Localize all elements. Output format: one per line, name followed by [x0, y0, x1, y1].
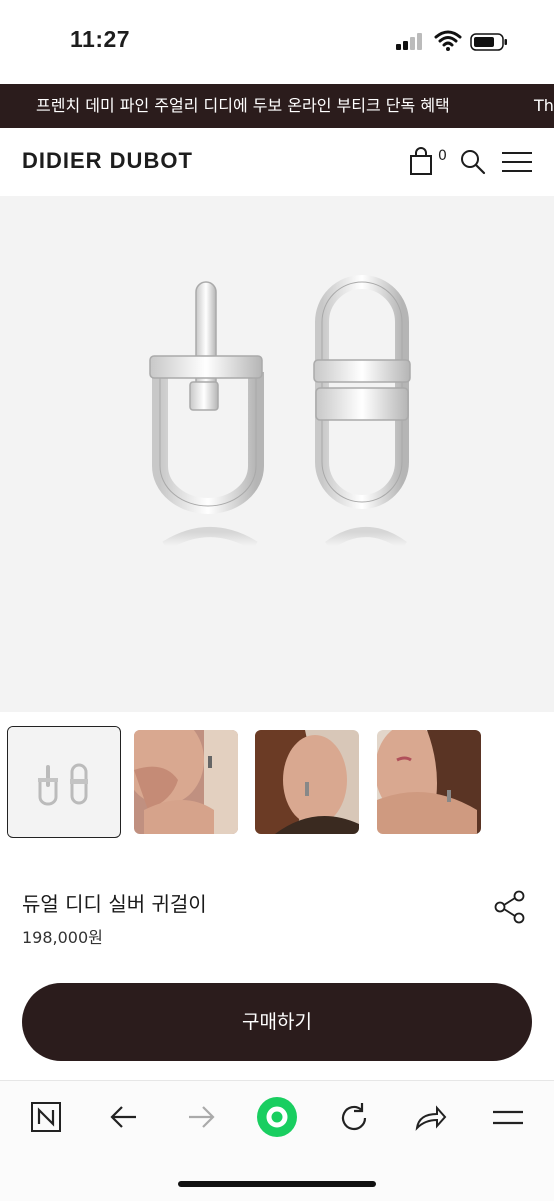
cart-icon[interactable]: [408, 146, 434, 176]
promo-text: 프렌치 데미 파인 주얼리 디디에 두보 온라인 부티크 단독 혜택: [36, 96, 450, 115]
thumbnail-model-1[interactable]: [134, 730, 238, 834]
earrings-illustration: [149, 275, 411, 551]
brand-logo[interactable]: DIDIER DUBOT: [22, 148, 193, 174]
product-name: 듀얼 디디 실버 귀걸이: [22, 892, 207, 916]
thumbnail-model-3[interactable]: [377, 730, 481, 834]
wifi-icon: [434, 30, 462, 51]
buy-button[interactable]: 구매하기: [22, 983, 532, 1061]
back-arrow-icon[interactable]: [104, 1100, 144, 1136]
thumbnail-product[interactable]: [7, 726, 121, 838]
model-photo-3: [377, 730, 481, 834]
promo-banner[interactable]: 프렌치 데미 파인 주얼리 디디에 두보 온라인 부티크 단독 혜택 Th: [0, 84, 554, 128]
home-indicator[interactable]: [178, 1181, 376, 1187]
thumbnail-model-2[interactable]: [255, 730, 359, 834]
hamburger-menu-icon[interactable]: [502, 150, 532, 174]
thumbnail-earrings-image: [8, 727, 119, 836]
status-time: 11:27: [70, 26, 131, 52]
model-photo-2: [255, 730, 359, 834]
product-price: 198,000원: [22, 928, 103, 947]
naver-n-icon[interactable]: [26, 1100, 66, 1136]
product-main-image[interactable]: [0, 196, 554, 712]
share-icon[interactable]: [494, 890, 526, 924]
share-arrow-icon[interactable]: [411, 1100, 451, 1136]
search-icon[interactable]: [460, 149, 486, 175]
green-home-icon[interactable]: [256, 1096, 298, 1138]
reload-icon[interactable]: [334, 1100, 374, 1136]
forward-arrow-icon[interactable]: [181, 1100, 221, 1136]
promo-text-continued: Th: [534, 96, 554, 115]
battery-icon: [470, 33, 507, 51]
menu-icon[interactable]: [488, 1100, 528, 1136]
cellular-signal-icon: [396, 32, 426, 50]
cart-count: 0: [438, 148, 447, 164]
model-photo-1: [134, 730, 238, 834]
